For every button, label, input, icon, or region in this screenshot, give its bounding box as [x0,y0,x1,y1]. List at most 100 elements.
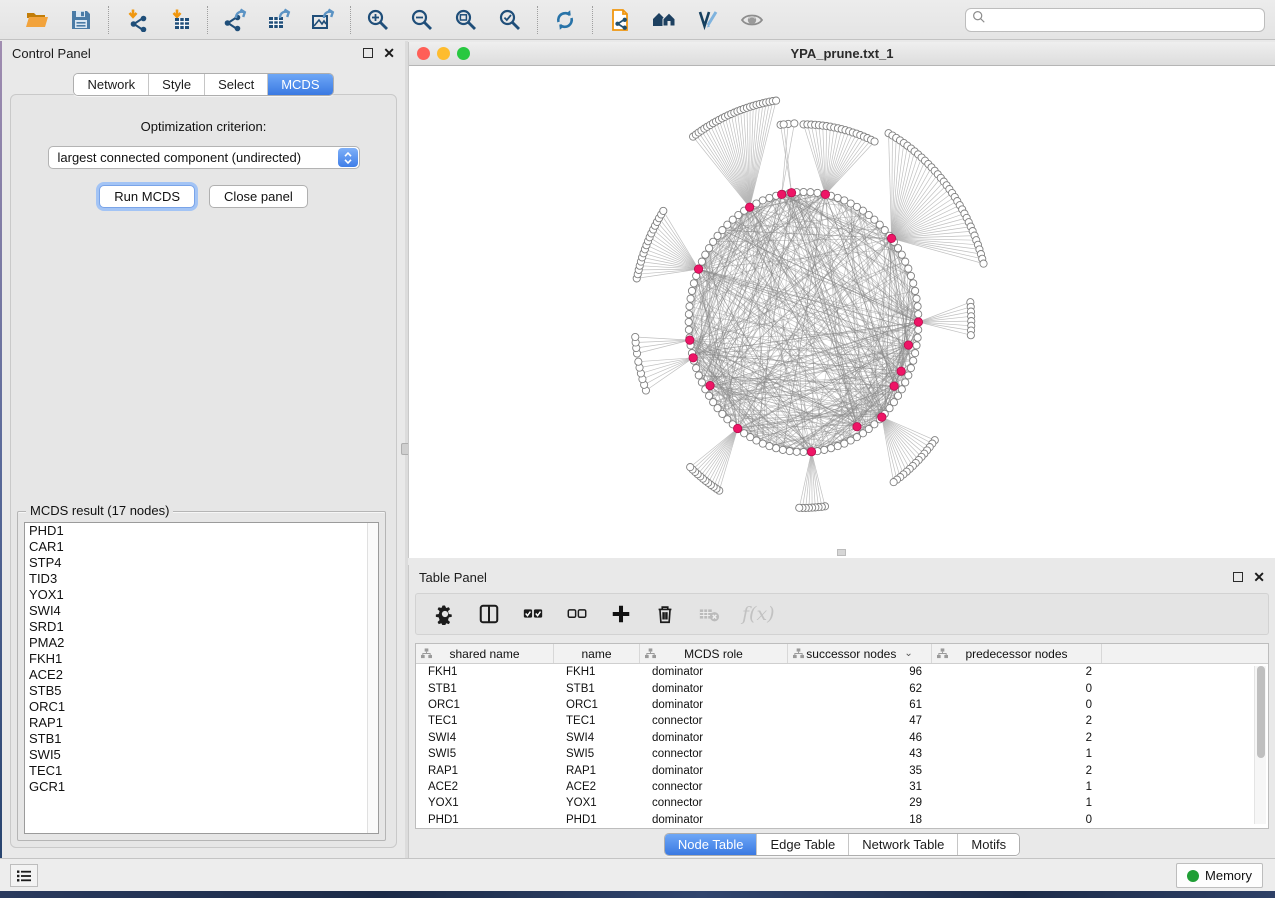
minimize-window-button[interactable] [437,47,450,60]
network-scroll-grip[interactable] [837,549,846,556]
mcds-node-item[interactable]: SWI4 [25,603,378,619]
memory-button[interactable]: Memory [1176,863,1263,888]
cell-pred: 1 [932,748,1102,760]
gear-icon[interactable] [434,603,456,625]
mcds-node-item[interactable]: GCR1 [25,779,378,795]
main-toolbar [0,0,1275,40]
table-scrollbar-thumb[interactable] [1257,666,1265,758]
control-panel: Control Panel ✕ NetworkStyleSelectMCDS O… [2,41,405,858]
zoom-out-icon[interactable] [407,5,437,35]
import-network-icon[interactable] [121,5,151,35]
table-scrollbar[interactable] [1254,666,1266,824]
mcds-node-item[interactable]: FKH1 [25,651,378,667]
add-icon[interactable] [610,603,632,625]
export-table-icon[interactable] [264,5,294,35]
table-row-TEC1[interactable]: TEC1TEC1connector472 [416,713,1268,729]
export-image-icon[interactable] [308,5,338,35]
column-header-successor-nodes[interactable]: successor nodes⌄ [788,644,932,663]
tab-node-table[interactable]: Node Table [665,834,757,855]
zoom-in-icon[interactable] [363,5,393,35]
tab-network[interactable]: Network [74,74,148,95]
open-icon[interactable] [22,5,52,35]
cell-name: FKH1 [554,666,640,678]
columns-icon[interactable] [478,603,500,625]
cell-role: connector [640,748,788,760]
table-row-RAP1[interactable]: RAP1RAP1dominator352 [416,762,1268,778]
column-header-name[interactable]: name [554,644,640,663]
tab-edge-table[interactable]: Edge Table [756,834,848,855]
column-header-MCDS-role[interactable]: MCDS role [640,644,788,663]
tab-select[interactable]: Select [204,74,267,95]
mcds-node-item[interactable]: STB5 [25,683,378,699]
table-row-ACE2[interactable]: ACE2ACE2connector311 [416,779,1268,795]
run-mcds-button[interactable]: Run MCDS [99,185,195,208]
tab-style[interactable]: Style [148,74,204,95]
mcds-list-scrollbar[interactable] [367,523,378,833]
save-icon[interactable] [66,5,96,35]
mcds-node-item[interactable]: SRD1 [25,619,378,635]
column-header-predecessor-nodes[interactable]: predecessor nodes [932,644,1102,663]
style-icon[interactable] [693,5,723,35]
float-panel-icon[interactable] [363,48,373,58]
home-icon[interactable] [649,5,679,35]
mcds-node-item[interactable]: ORC1 [25,699,378,715]
tab-motifs[interactable]: Motifs [957,834,1019,855]
trash-icon[interactable] [654,603,676,625]
select-all-icon[interactable] [522,603,544,625]
mcds-node-item[interactable]: PMA2 [25,635,378,651]
status-bar: Memory [0,858,1275,891]
deselect-all-icon[interactable] [566,603,588,625]
mcds-node-item[interactable]: SWI5 [25,747,378,763]
cell-role: dominator [640,814,788,826]
maximize-window-button[interactable] [457,47,470,60]
table-row-PHD1[interactable]: PHD1PHD1dominator180 [416,812,1268,828]
close-table-panel-icon[interactable]: ✕ [1253,572,1265,582]
search-input[interactable] [990,13,1258,27]
optimization-criterion-dropdown[interactable]: largest connected component (undirected) [48,146,360,169]
mcds-node-item[interactable]: PHD1 [25,523,378,539]
zoom-fit-icon[interactable] [451,5,481,35]
search-box[interactable] [965,8,1265,32]
close-panel-icon[interactable]: ✕ [383,48,395,58]
table-row-FKH1[interactable]: FKH1FKH1dominator962 [416,664,1268,680]
network-canvas[interactable] [409,66,1275,558]
close-window-button[interactable] [417,47,430,60]
tab-network-table[interactable]: Network Table [848,834,957,855]
memory-label: Memory [1205,868,1252,883]
refresh-icon[interactable] [550,5,580,35]
cell-name: RAP1 [554,765,640,777]
mcds-node-item[interactable]: RAP1 [25,715,378,731]
network-graph[interactable] [409,66,1275,558]
cell-succ: 43 [788,748,932,760]
export-network-icon[interactable] [220,5,250,35]
mcds-node-item[interactable]: STB1 [25,731,378,747]
panel-list-button[interactable] [10,864,38,887]
import-table-icon[interactable] [165,5,195,35]
table-row-ORC1[interactable]: ORC1ORC1dominator610 [416,697,1268,713]
network-from-file-icon[interactable] [605,5,635,35]
mcds-node-item[interactable]: TID3 [25,571,378,587]
cell-pred: 0 [932,814,1102,826]
table-row-SWI5[interactable]: SWI5SWI5connector431 [416,746,1268,762]
cell-pred: 0 [932,699,1102,711]
close-panel-button[interactable]: Close panel [209,185,308,208]
control-panel-tabs: NetworkStyleSelectMCDS [73,73,333,96]
table-row-STB1[interactable]: STB1STB1dominator620 [416,680,1268,696]
tab-mcds[interactable]: MCDS [267,74,332,95]
zoom-selected-icon[interactable] [495,5,525,35]
float-table-panel-icon[interactable] [1233,572,1243,582]
cell-succ: 47 [788,715,932,727]
eye-icon[interactable] [737,5,767,35]
cell-name: STB1 [554,683,640,695]
mcds-node-item[interactable]: CAR1 [25,539,378,555]
mcds-node-item[interactable]: ACE2 [25,667,378,683]
table-row-SWI4[interactable]: SWI4SWI4dominator462 [416,730,1268,746]
network-window-titlebar[interactable]: YPA_prune.txt_1 [409,42,1275,66]
mcds-node-item[interactable]: YOX1 [25,587,378,603]
mcds-result-list[interactable]: PHD1CAR1STP4TID3YOX1SWI4SRD1PMA2FKH1ACE2… [24,522,379,834]
column-header-shared-name[interactable]: shared name [416,644,554,663]
mcds-node-item[interactable]: STP4 [25,555,378,571]
table-row-YOX1[interactable]: YOX1YOX1connector291 [416,795,1268,811]
mcds-node-item[interactable]: TEC1 [25,763,378,779]
cell-name: YOX1 [554,797,640,809]
